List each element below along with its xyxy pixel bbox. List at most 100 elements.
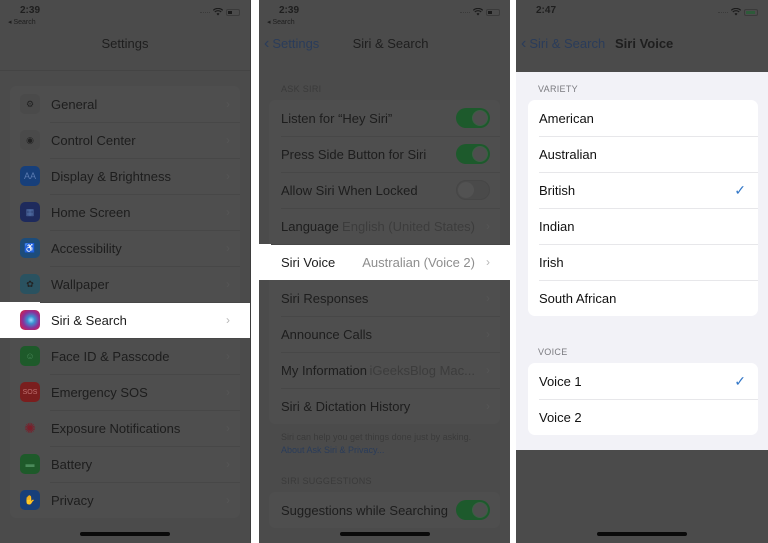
row-label: My Information bbox=[281, 362, 367, 378]
settings-item-label: Wallpaper bbox=[51, 276, 110, 292]
row-my-information[interactable]: My Information iGeeksBlog Mac... › bbox=[269, 352, 500, 388]
checkmark-icon: ✓ bbox=[734, 181, 746, 198]
about-privacy-link[interactable]: About Ask Siri & Privacy... bbox=[281, 445, 384, 455]
variety-option-australian[interactable]: Australian bbox=[528, 136, 758, 172]
voice-list: Voice 1 ✓ Voice 2 bbox=[528, 363, 758, 435]
toggle-knob bbox=[472, 146, 488, 162]
row-announce-calls[interactable]: Announce Calls › bbox=[269, 316, 500, 352]
settings-item-control-center[interactable]: ◉ Control Center › bbox=[10, 122, 240, 158]
back-to-app-link[interactable]: ◂ Search bbox=[267, 18, 295, 26]
variety-option-british[interactable]: British ✓ bbox=[528, 172, 758, 208]
chevron-right-icon: › bbox=[226, 493, 230, 507]
row-label: Allow Siri When Locked bbox=[281, 182, 418, 198]
voice-option-voice-2[interactable]: Voice 2 bbox=[528, 399, 758, 435]
settings-item-display-brightness[interactable]: AA Display & Brightness › bbox=[10, 158, 240, 194]
status-bar: 2:39 ◂ Search bbox=[259, 0, 510, 30]
variety-option-irish[interactable]: Irish bbox=[528, 244, 758, 280]
ask-siri-footer: Siri can help you get things done just b… bbox=[281, 431, 492, 457]
row-language[interactable]: Language English (United States) › bbox=[269, 208, 500, 244]
nav-bar: ‹ Siri & Search Siri Voice bbox=[516, 30, 768, 60]
status-bar: 2:47 bbox=[516, 0, 768, 30]
toggle-switch[interactable] bbox=[456, 500, 490, 520]
battery-status-icon bbox=[486, 8, 500, 16]
signal-icon bbox=[460, 12, 470, 15]
page-title: Siri Voice bbox=[615, 36, 674, 51]
toggle-switch[interactable] bbox=[456, 144, 490, 164]
section-header-variety: VARIETY bbox=[538, 84, 578, 94]
option-label: Voice 2 bbox=[539, 409, 582, 425]
chevron-right-icon: › bbox=[486, 327, 490, 341]
settings-item-label: Face ID & Passcode bbox=[51, 348, 170, 364]
variety-list: American Australian British ✓ Indian Irish Sou… bbox=[528, 100, 758, 316]
settings-item-general[interactable]: ⚙ General › bbox=[10, 86, 240, 122]
signal-icon bbox=[718, 12, 728, 15]
home-indicator[interactable] bbox=[339, 532, 430, 536]
back-to-app-link[interactable]: ◂ Search bbox=[8, 18, 36, 26]
settings-item-accessibility[interactable]: ♿ Accessibility › bbox=[10, 230, 240, 266]
chevron-right-icon: › bbox=[226, 277, 230, 291]
row-siri-dictation-history[interactable]: Siri & Dictation History › bbox=[269, 388, 500, 424]
settings-item-face-id-passcode[interactable]: ☺ Face ID & Passcode › bbox=[10, 338, 240, 374]
settings-item-emergency-sos[interactable]: SOS Emergency SOS › bbox=[10, 374, 240, 410]
voice-option-voice-1[interactable]: Voice 1 ✓ bbox=[528, 363, 758, 399]
home-grid-icon: ▦ bbox=[20, 202, 40, 222]
row-suggestions-while-searching[interactable]: Suggestions while Searching bbox=[269, 492, 500, 528]
section-header-siri-suggestions: SIRI SUGGESTIONS bbox=[281, 476, 372, 486]
settings-item-label: Exposure Notifications bbox=[51, 420, 181, 436]
settings-item-siri-search[interactable]: Siri & Search › bbox=[0, 302, 250, 338]
row-label: Siri & Dictation History bbox=[281, 398, 411, 414]
settings-item-label: Privacy bbox=[51, 492, 94, 508]
sos-icon: SOS bbox=[20, 382, 40, 402]
row-label: Announce Calls bbox=[281, 326, 373, 342]
option-label: Irish bbox=[539, 254, 564, 270]
settings-item-home-screen[interactable]: ▦ Home Screen › bbox=[10, 194, 240, 230]
chevron-right-icon: › bbox=[226, 133, 230, 147]
settings-item-label: Siri & Search bbox=[51, 312, 127, 328]
nav-bar: ‹ Settings Siri & Search bbox=[259, 30, 510, 60]
row-label: Press Side Button for Siri bbox=[281, 146, 427, 162]
back-button[interactable]: ‹ Siri & Search bbox=[521, 34, 605, 52]
siri-suggestions-list: Suggestions while Searching bbox=[269, 492, 500, 528]
row-label: Listen for “Hey Siri” bbox=[281, 110, 393, 126]
variety-option-indian[interactable]: Indian bbox=[528, 208, 758, 244]
toggle-knob bbox=[458, 182, 474, 198]
option-label: Indian bbox=[539, 218, 575, 234]
wifi-icon bbox=[213, 8, 223, 16]
chevron-right-icon: › bbox=[226, 169, 230, 183]
settings-list: ⚙ General › ◉ Control Center › AA Display & Bri… bbox=[0, 86, 250, 518]
row-value: iGeeksBlog Mac... bbox=[369, 362, 476, 378]
toggle-switch[interactable] bbox=[456, 108, 490, 128]
chevron-right-icon: › bbox=[226, 457, 230, 471]
signal-icon bbox=[200, 12, 210, 15]
row-allow-siri-when-locked[interactable]: Allow Siri When Locked bbox=[269, 172, 500, 208]
settings-item-privacy[interactable]: ✋ Privacy › bbox=[10, 482, 240, 518]
chevron-left-icon: ‹ bbox=[521, 34, 527, 52]
face-id-icon: ☺ bbox=[20, 346, 40, 366]
home-indicator[interactable] bbox=[597, 532, 687, 536]
settings-item-wallpaper[interactable]: ✿ Wallpaper › bbox=[10, 266, 240, 302]
accessibility-icon: ♿ bbox=[20, 238, 40, 258]
status-time: 2:39 bbox=[20, 5, 41, 16]
gear-icon: ⚙ bbox=[20, 94, 40, 114]
row-siri-responses[interactable]: Siri Responses › bbox=[269, 280, 500, 316]
chevron-right-icon: › bbox=[486, 363, 490, 377]
toggle-switch[interactable] bbox=[456, 180, 490, 200]
siri-icon bbox=[20, 310, 40, 330]
nav-bar: Settings bbox=[0, 30, 250, 60]
row-press-side-button-for-siri[interactable]: Press Side Button for Siri bbox=[269, 136, 500, 172]
footer-description: Siri can help you get things done just b… bbox=[281, 432, 472, 442]
row-listen-for-hey-siri[interactable]: Listen for “Hey Siri” bbox=[269, 100, 500, 136]
battery-icon: ▬ bbox=[20, 454, 40, 474]
status-bar: 2:39 ◂ Search bbox=[0, 0, 250, 30]
settings-item-label: Battery bbox=[51, 456, 93, 472]
row-label: Siri Responses bbox=[281, 290, 369, 306]
settings-item-battery[interactable]: ▬ Battery › bbox=[10, 446, 240, 482]
settings-screen: 2:39 ◂ Search Settings ⚙ General › ◉ Control… bbox=[0, 0, 251, 543]
row-siri-voice[interactable]: Siri Voice Australian (Voice 2) › bbox=[259, 244, 510, 280]
home-indicator[interactable] bbox=[80, 532, 170, 536]
section-header-ask-siri: ASK SIRI bbox=[281, 84, 322, 94]
variety-option-south-african[interactable]: South African bbox=[528, 280, 758, 316]
variety-option-american[interactable]: American bbox=[528, 100, 758, 136]
display-icon: AA bbox=[20, 166, 40, 186]
settings-item-exposure-notifications[interactable]: ✺ Exposure Notifications › bbox=[10, 410, 240, 446]
